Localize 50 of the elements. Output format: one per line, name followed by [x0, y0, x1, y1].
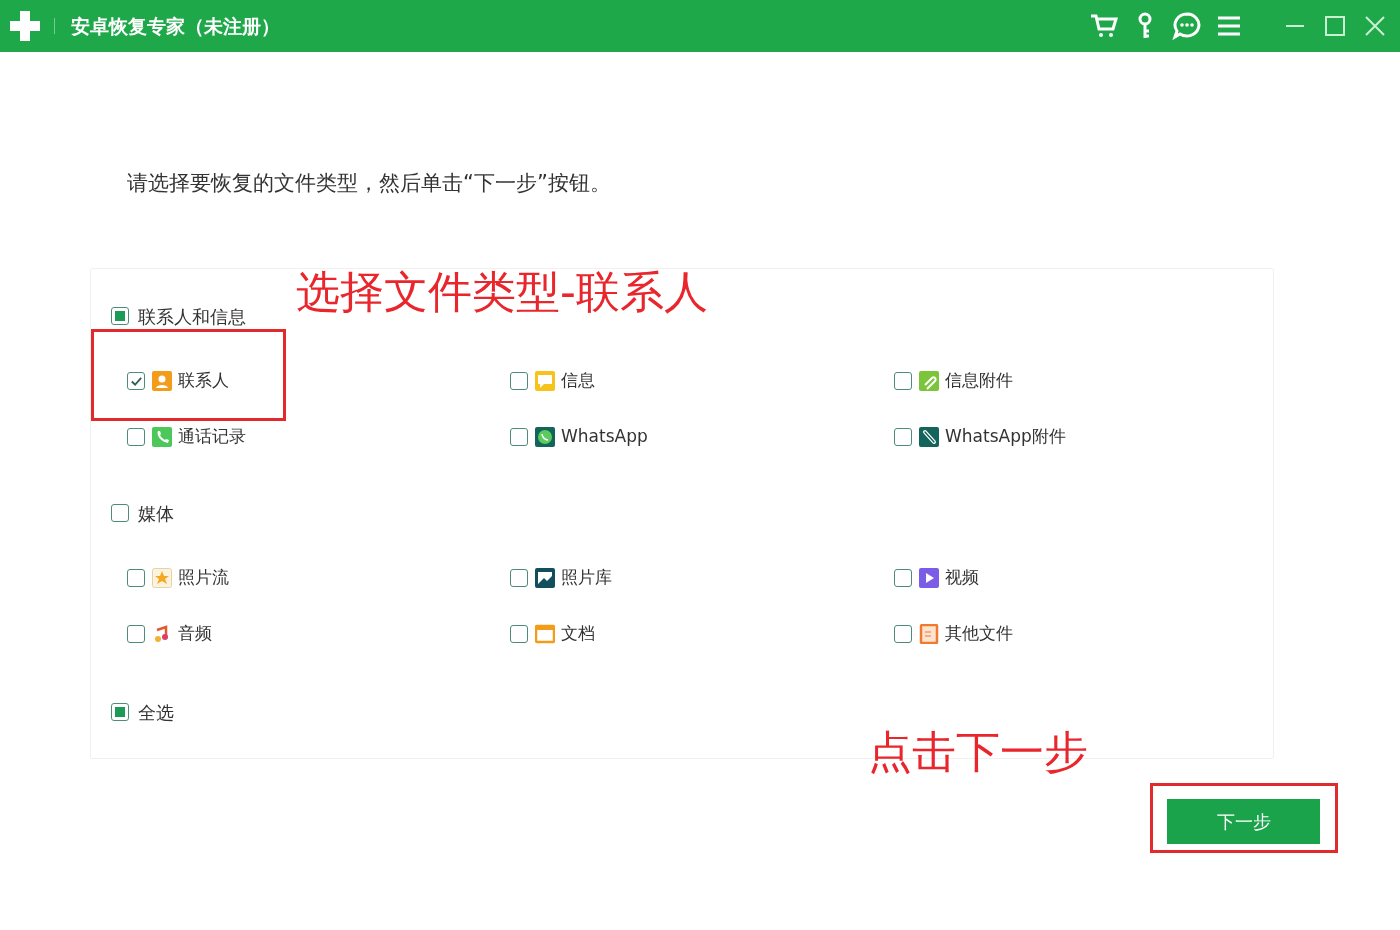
- checkbox[interactable]: [127, 428, 145, 446]
- annotation-text: 选择文件类型-联系人: [296, 265, 708, 319]
- checkbox[interactable]: [894, 625, 912, 643]
- checkbox[interactable]: [894, 428, 912, 446]
- next-button[interactable]: 下一步: [1167, 799, 1320, 844]
- checkbox[interactable]: [510, 569, 528, 587]
- maximize-icon[interactable]: [1324, 15, 1346, 37]
- checkbox-label: 媒体: [138, 501, 174, 526]
- instruction-text: 请选择要恢复的文件类型，然后单击“下一步”按钮。: [126, 170, 612, 197]
- checkbox[interactable]: [894, 569, 912, 587]
- checkbox-label: 音频: [178, 622, 212, 646]
- checkbox[interactable]: [127, 625, 145, 643]
- checkmark-icon: [129, 374, 143, 388]
- paperclip-icon: [919, 427, 939, 447]
- checkbox-label: 全选: [138, 700, 174, 725]
- checkbox[interactable]: [510, 428, 528, 446]
- checkbox-label: 视频: [945, 566, 979, 590]
- chat-bubble-icon: [535, 427, 555, 447]
- person-icon: [152, 371, 172, 391]
- message-icon: [535, 371, 555, 391]
- checkbox-label: 联系人: [178, 369, 229, 393]
- checkbox[interactable]: [127, 372, 145, 390]
- checkbox[interactable]: [510, 372, 528, 390]
- checkbox[interactable]: [510, 625, 528, 643]
- close-icon[interactable]: [1364, 15, 1386, 37]
- annotation-text: 点击下一步: [868, 725, 1088, 779]
- checkbox[interactable]: [894, 372, 912, 390]
- window-title: 安卓恢复专家（未注册）: [71, 13, 280, 39]
- checkbox-label: 文档: [561, 622, 595, 646]
- folder-icon: [535, 624, 555, 644]
- checkbox-label: WhatsApp: [561, 425, 648, 449]
- checkbox[interactable]: [127, 569, 145, 587]
- checkbox-label: 照片库: [561, 566, 612, 590]
- checkbox-label: WhatsApp附件: [945, 425, 1066, 449]
- document-icon: [919, 624, 939, 644]
- phone-icon: [152, 427, 172, 447]
- app-logo-icon: [8, 9, 42, 43]
- checkbox[interactable]: [111, 307, 129, 325]
- checkbox-label: 照片流: [178, 566, 229, 590]
- checkbox-label: 联系人和信息: [138, 304, 246, 329]
- paperclip-icon: [919, 371, 939, 391]
- checkbox-label: 通话记录: [178, 425, 246, 449]
- checkbox[interactable]: [111, 504, 129, 522]
- picture-icon: [535, 568, 555, 588]
- checkbox-label: 信息: [561, 369, 595, 393]
- checkbox-label: 信息附件: [945, 369, 1013, 393]
- checkbox[interactable]: [111, 703, 129, 721]
- checkbox-label: 其他文件: [945, 622, 1013, 646]
- chat-icon[interactable]: [1172, 11, 1202, 41]
- play-icon: [919, 568, 939, 588]
